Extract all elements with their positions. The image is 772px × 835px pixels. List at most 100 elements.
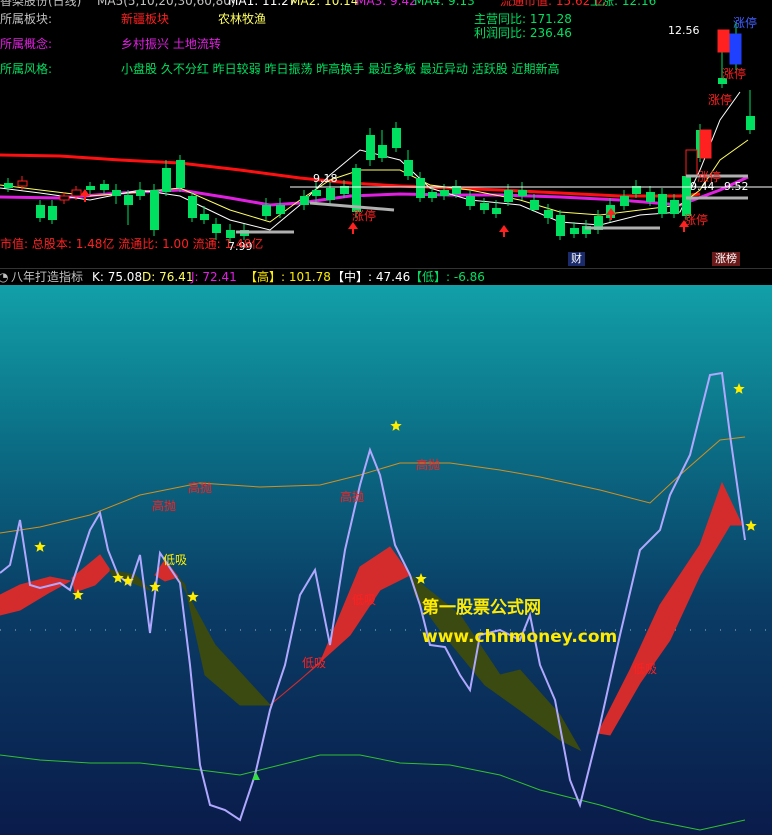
watermark-name: 第一股票公式网 [422, 598, 541, 618]
indicator-name[interactable]: 八年打造指标 [11, 270, 83, 284]
sell-signal-4: 高抛 [416, 458, 441, 472]
star-icon [34, 541, 46, 552]
profit-yoy: 利润同比: 236.46 [474, 26, 572, 40]
candle-body [416, 178, 425, 198]
candle-body [466, 196, 475, 206]
ma-params: MA5(5,10,20,30,60,80) [97, 0, 236, 8]
candle-body [162, 168, 171, 192]
candle-body [300, 196, 309, 205]
candle-body [36, 205, 45, 218]
kdj-d: D: 76.41 [142, 270, 194, 284]
candle-body [504, 190, 513, 202]
limit-up-badge-2: 涨停 [708, 93, 733, 107]
market-cap-info: 市值: 总股本: 1.48亿 流通比: 1.00 流通: 1.48亿 [0, 237, 264, 251]
limit-up-badge-4: 涨停 [352, 209, 377, 223]
revenue-yoy: 主营同比: 171.28 [474, 12, 572, 26]
kdj-k: K: 75.08 [92, 270, 143, 284]
sector-label: 所属板块: [0, 12, 53, 26]
buy-signal-1: 低吸 [163, 553, 188, 567]
limit-up-badge-3: 涨停 [697, 170, 722, 184]
candle-body [366, 135, 375, 160]
indicator-icon[interactable]: ◔ [0, 270, 8, 284]
concept-value[interactable]: 乡村振兴 土地流转 [121, 37, 221, 51]
candle-body [440, 190, 449, 196]
candle-body [59, 195, 70, 201]
buy-signal-2: 低吸 [352, 593, 377, 607]
price-chart-svg [0, 22, 772, 242]
low-band-line [0, 754, 746, 831]
limit-up-badge-1: 涨停 [722, 67, 747, 81]
star-icon [733, 383, 745, 394]
ma3-value: MA3: 9.42 [356, 0, 417, 8]
candle-body-large [699, 129, 712, 159]
star-icon [390, 420, 402, 431]
sector-agri[interactable]: 农林牧渔 [218, 12, 266, 26]
price-right-b: 9.52 [724, 180, 749, 193]
buy-signal-4: 低吸 [633, 662, 658, 676]
candle-body [392, 128, 401, 148]
candle-body [176, 160, 185, 188]
candle-body-large [685, 149, 698, 177]
star-icon [745, 520, 757, 531]
candle-body [112, 190, 121, 196]
style-value[interactable]: 小盘股 久不分红 昨日较弱 昨日振荡 昨高换手 最近多板 最近异动 活跃股 近期… [121, 62, 560, 76]
limit-up-badge-top: 涨停 [733, 16, 758, 30]
candle-body [200, 214, 209, 220]
ma2-value: MA2: 10.14 [290, 0, 359, 8]
limit-up-badge-5: 涨停 [684, 213, 709, 227]
indicator-svg [0, 371, 772, 831]
candle-body [262, 205, 271, 216]
candle-body [428, 192, 437, 198]
sell-signal-1: 高抛 [152, 499, 177, 513]
ma4-value: MA4: 9.13 [414, 0, 475, 8]
indicator-panel[interactable]: 高抛 高抛 高抛 高抛 低吸 低吸 低吸 低吸 第一股票公式网 www.chnm… [0, 285, 772, 835]
candle-body [544, 210, 553, 218]
candle-body [136, 190, 145, 196]
sector-xinjiang[interactable]: 新疆板块 [121, 12, 169, 26]
mid-band-line [0, 436, 746, 534]
sell-signal-2: 高抛 [188, 481, 213, 495]
band-mid: 【中】: 47.46 [332, 270, 411, 284]
kdj-j: J: 72.41 [191, 270, 237, 284]
indicator-header: ◔ 八年打造指标 K: 75.08 D: 76.41 J: 72.41 【高】:… [0, 268, 772, 285]
style-label: 所属风格: [0, 62, 53, 76]
sell-signal-3: 高抛 [340, 490, 365, 504]
price-mid-label: 9.18 [313, 172, 338, 185]
candle-body [646, 192, 655, 202]
candle-body [4, 183, 13, 188]
trend-ribbon [0, 481, 743, 752]
candle-body [556, 215, 565, 236]
candle-body [100, 184, 109, 190]
candle-body-large [717, 29, 730, 53]
candle-body [620, 196, 629, 206]
candle-body [480, 203, 489, 210]
concept-label: 所属概念: [0, 37, 53, 51]
candle-body [658, 194, 667, 214]
candle-body [276, 205, 285, 214]
green-triangle-signal [252, 772, 260, 780]
candle-body [746, 116, 755, 130]
leaderboard-badge[interactable]: 涨榜 [712, 252, 740, 266]
stock-chart-window: 香梨股份(日线) MA5(5,10,20,30,60,80) MA1: 11.2… [0, 0, 772, 835]
band-high: 【高】: 101.78 [245, 270, 331, 284]
band-low: 【低】: -6.86 [410, 270, 485, 284]
watermark-url[interactable]: www.chnmoney.com [422, 627, 617, 647]
candle-body-large [729, 33, 742, 65]
buy-signal-3: 低吸 [302, 656, 327, 670]
candle-body [188, 196, 197, 218]
candle-body [326, 188, 335, 200]
candle-body [86, 186, 95, 190]
candle-body [570, 228, 579, 234]
candle-body [404, 160, 413, 176]
star-icon [72, 589, 84, 600]
rise-value: 上涨: 12.16 [590, 0, 657, 8]
finance-badge[interactable]: 财 [568, 252, 585, 266]
price-high-label: 12.56 [668, 24, 700, 37]
candle-body [124, 195, 133, 205]
ma1-value: MA1: 11.27 [228, 0, 297, 8]
candle-body [212, 224, 221, 233]
candle-body [378, 145, 387, 158]
candle-body [312, 190, 321, 196]
candle-body [518, 190, 527, 196]
price-chart-panel[interactable]: 香梨股份(日线) MA5(5,10,20,30,60,80) MA1: 11.2… [0, 0, 772, 268]
